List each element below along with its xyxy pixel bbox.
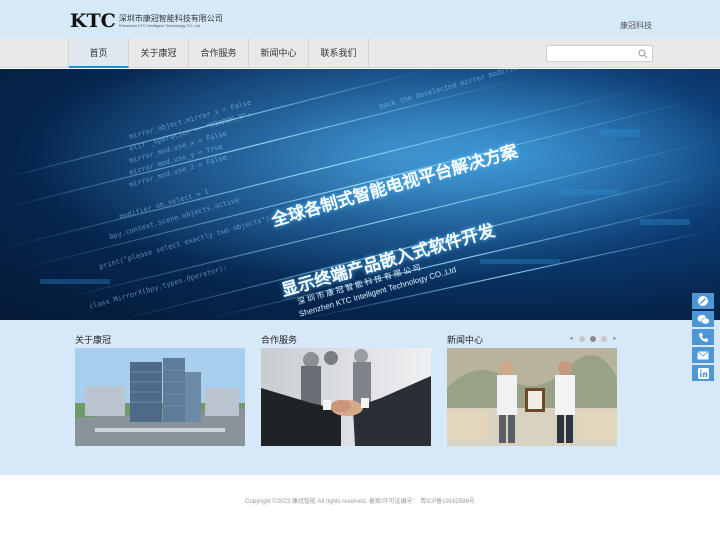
news-image[interactable] xyxy=(447,348,617,446)
header-brand-link[interactable]: 康冠科技 xyxy=(620,20,652,31)
services-title[interactable]: 合作服务 xyxy=(261,334,431,348)
content-section: 关于康冠 合作服务 新闻中心 ◄ ► xyxy=(0,320,720,475)
news-dot-active[interactable] xyxy=(589,336,596,342)
logo[interactable]: KTC 深圳市康冠智能科技有限公司 Shenzhen KTC Intellige… xyxy=(70,11,223,31)
services-image[interactable] xyxy=(261,348,431,446)
hero-banner[interactable]: mirror_object.mirror_x = False elif _ope… xyxy=(0,69,720,320)
news-dot[interactable] xyxy=(600,336,607,342)
wechat-icon[interactable] xyxy=(692,311,714,327)
linkedin-icon[interactable] xyxy=(692,365,714,381)
services-column: 合作服务 xyxy=(261,334,431,446)
news-pager: ◄ ► xyxy=(568,336,618,342)
side-contact-bar xyxy=(692,293,714,383)
about-image[interactable] xyxy=(75,348,245,446)
edit-icon[interactable] xyxy=(692,293,714,309)
nav-item-home[interactable]: 首页 xyxy=(69,38,129,68)
about-column: 关于康冠 xyxy=(75,334,245,446)
news-next-arrow[interactable]: ► xyxy=(612,336,618,342)
company-name-en: Shenzhen KTC Intelligent Technology CO.,… xyxy=(118,23,201,28)
news-column: 新闻中心 xyxy=(447,334,617,446)
search-icon[interactable] xyxy=(638,49,648,59)
news-dot[interactable] xyxy=(578,336,585,342)
nav-item-news[interactable]: 新闻中心 xyxy=(249,38,309,68)
logo-mark: KTC xyxy=(70,10,116,32)
site-header: KTC 深圳市康冠智能科技有限公司 Shenzhen KTC Intellige… xyxy=(0,0,720,38)
copyright-text: Copyright ©2023 康冠智能 All rights reserved… xyxy=(245,499,475,505)
phone-icon[interactable] xyxy=(692,329,714,345)
about-title[interactable]: 关于康冠 xyxy=(75,334,245,348)
search-box xyxy=(546,45,653,64)
nav-item-about[interactable]: 关于康冠 xyxy=(129,38,189,68)
search-input[interactable] xyxy=(547,49,637,64)
nav-items: 首页 关于康冠 合作服务 新闻中心 联系我们 xyxy=(68,38,369,68)
logo-text: 深圳市康冠智能科技有限公司 Shenzhen KTC Intelligent T… xyxy=(119,14,223,29)
company-name-cn: 深圳市康冠智能科技有限公司 xyxy=(118,14,223,23)
site-footer: Copyright ©2023 康冠智能 All rights reserved… xyxy=(0,475,720,540)
nav-item-contact[interactable]: 联系我们 xyxy=(309,38,369,68)
nav-item-services[interactable]: 合作服务 xyxy=(189,38,249,68)
news-prev-arrow[interactable]: ◄ xyxy=(568,336,574,342)
mail-icon[interactable] xyxy=(692,347,714,363)
